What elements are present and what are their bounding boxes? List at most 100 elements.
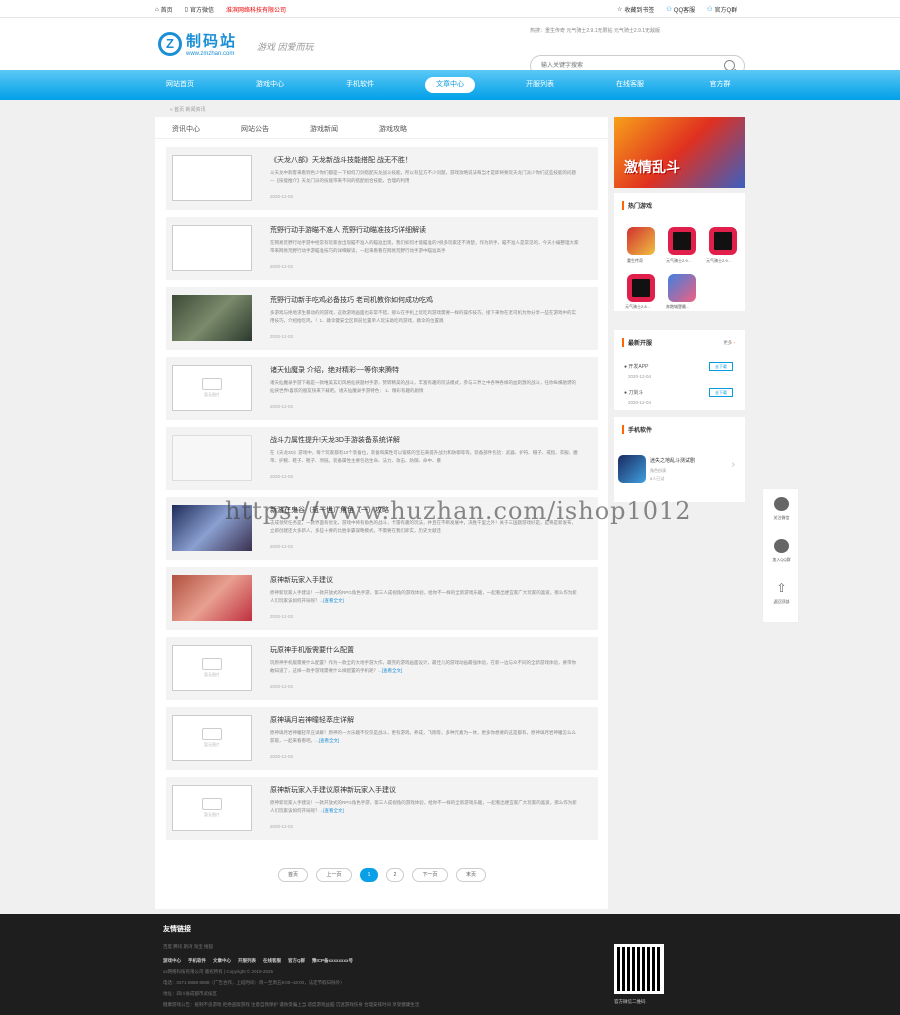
footer-link[interactable]: 文章中心 xyxy=(213,958,231,964)
tab-game-news[interactable]: 游戏新闻 xyxy=(310,117,362,138)
game-icon[interactable] xyxy=(668,274,696,302)
article-item[interactable]: 暂无图片 原神新玩家入手建议原神新玩家入手建议 原神新玩家入手建议！一款开放式的… xyxy=(166,777,598,840)
article-item[interactable]: 荒野行动新手吃鸡必备技巧 老司机教你如何成功吃鸡 多游戏与绝地求生暴动的的游戏，… xyxy=(166,287,598,350)
article-title[interactable]: 诸天仙魔录 介绍，绝对精彩~~等你来腾特 xyxy=(270,365,590,375)
article-thumbnail[interactable]: 暂无图片 xyxy=(172,785,252,831)
read-more-link[interactable]: [查看全文] xyxy=(323,598,344,603)
article-date: 2020-12-03 xyxy=(270,404,294,409)
article-item[interactable]: 《天龙八部》天龙新战斗技能搭配 战无不胜！ 斗天龙中刺客来看到色少你们都是一下如… xyxy=(166,147,598,210)
mobile-software-panel: 手机软件 迷失之地乱斗测试剧 角色扮演 8人已试 › xyxy=(614,417,745,502)
article-thumbnail[interactable] xyxy=(172,435,252,481)
page-prev[interactable]: 上一页 xyxy=(316,868,352,882)
article-date: 2020-12-03 xyxy=(270,544,294,549)
game-banner[interactable]: 激情乱斗 xyxy=(614,117,745,188)
article-item[interactable]: 暂无图片 原神璃月岩神瞳轻萃庄详解 原神璃月岩神瞳轻萃庄详解！原神的一大乐趣不仅… xyxy=(166,707,598,770)
footer-link[interactable]: 官方Q群 xyxy=(288,958,305,964)
game-icon[interactable] xyxy=(627,274,655,302)
article-title[interactable]: 战斗力属性提升!天龙3D手游装备系统详解 xyxy=(270,435,590,445)
footer-link[interactable]: 在线客服 xyxy=(263,958,281,964)
article-title[interactable]: 原神新玩家入手建议原神新玩家入手建议 xyxy=(270,785,590,795)
page-next[interactable]: 下一页 xyxy=(412,868,448,882)
article-thumbnail[interactable]: 暂无图片 xyxy=(172,645,252,691)
breadcrumb[interactable]: « 首页 新闻资讯 xyxy=(170,106,206,113)
server-name[interactable]: ● 刀剑斗 xyxy=(624,389,643,396)
article-item[interactable]: 暂无图片 玩原神手机版需要什么配置 玩原神手机版需要什么配置？作为一款全的大地手… xyxy=(166,637,598,700)
article-item[interactable]: 战斗力属性提升!天龙3D手游装备系统详解 在《天龙3D》游戏中，每个玩家都有10… xyxy=(166,427,598,490)
tab-news-center[interactable]: 资讯中心 xyxy=(172,117,224,138)
article-title[interactable]: 原神璃月岩神瞳轻萃庄详解 xyxy=(270,715,590,725)
article-title[interactable]: 玩原神手机版需要什么配置 xyxy=(270,645,590,655)
favorite-link[interactable]: ☆ 收藏到书签 xyxy=(617,5,654,14)
article-title[interactable]: 荒野行动手游瞄不准人 荒野行动瞄准技巧详细解读 xyxy=(270,225,590,235)
qq-service-link[interactable]: ⚇ QQ客服 xyxy=(666,5,695,14)
tab-announcement[interactable]: 网站公告 xyxy=(241,117,293,138)
article-summary: 原神新玩家入手建议！一款开放式的RPG角色手游，第三人成视角的游戏体验，给你不一… xyxy=(270,800,577,813)
logo[interactable]: Z 制码站 www.zmzhan.com xyxy=(158,30,237,57)
chevron-right-icon[interactable]: › xyxy=(732,459,735,470)
back-to-top-button[interactable]: ⇧ 返回顶部 xyxy=(763,581,800,605)
footer: 友情链接 百度 腾讯 斯湾 淘宝 搜狐 游戏中心 手机软件 文章中心 开服列表 … xyxy=(0,914,900,1015)
qq-group-link[interactable]: ⚇ 官方Q群 xyxy=(707,5,737,14)
footer-link[interactable]: 开服列表 xyxy=(238,958,256,964)
article-item[interactable]: 原神新玩家入手建议 原神新玩家入手建议！一款开放式的RPG角色手游，第三人成视角… xyxy=(166,567,598,630)
article-date: 2020-12-03 xyxy=(270,614,294,619)
qq-icon xyxy=(774,539,789,553)
new-servers-panel: 最新开服 更多 › ● 开发APP 2020-12-04 去下载 ● 刀剑斗 2… xyxy=(614,330,745,410)
footer-link[interactable]: 手机软件 xyxy=(188,958,206,964)
software-icon[interactable] xyxy=(618,455,646,483)
software-name[interactable]: 迷失之地乱斗测试剧 xyxy=(650,457,695,464)
download-button[interactable]: 去下载 xyxy=(709,388,733,397)
page-1[interactable]: 1 xyxy=(360,868,378,882)
article-thumbnail[interactable] xyxy=(172,225,252,271)
article-summary: 在《天龙3D》游戏中，每个玩家都有10个装备位，装备和属性可以锻练的宝石来提升战… xyxy=(270,450,578,463)
article-summary: 原神新玩家入手建议！一款开放式的RPG角色手游，第三人成视角的游戏体验，给你不一… xyxy=(270,590,577,603)
article-title[interactable]: 荒野行动新手吃鸡必备技巧 老司机教你如何成功吃鸡 xyxy=(270,295,590,305)
game-icon[interactable] xyxy=(668,227,696,255)
page-last[interactable]: 末页 xyxy=(456,868,486,882)
follow-weixin-button[interactable]: 关注微信 xyxy=(763,497,800,521)
tab-game-guide[interactable]: 游戏攻略 xyxy=(379,117,431,138)
nav-articles[interactable]: 文章中心 xyxy=(425,77,475,93)
nav-games[interactable]: 游戏中心 xyxy=(245,77,295,93)
page-2[interactable]: 2 xyxy=(386,868,404,882)
nav-support[interactable]: 在线客服 xyxy=(605,77,655,93)
page-first[interactable]: 首页 xyxy=(278,868,308,882)
new-servers-title: 最新开服 xyxy=(622,338,652,347)
download-button[interactable]: 去下载 xyxy=(709,362,733,371)
article-item[interactable]: 荒野行动手游瞄不准人 荒野行动瞄准技巧详细解读 在网易荒野行动手游中经常有玩家会… xyxy=(166,217,598,280)
friend-links[interactable]: 百度 腾讯 斯湾 淘宝 搜狐 xyxy=(163,944,213,950)
article-thumbnail[interactable] xyxy=(172,295,252,341)
read-more-link[interactable]: [查看全文] xyxy=(319,738,340,743)
nav-servers[interactable]: 开服列表 xyxy=(515,77,565,93)
weixin-link[interactable]: ▯ 官方微信 xyxy=(185,5,214,14)
article-title[interactable]: 《天龙八部》天龙新战斗技能搭配 战无不胜！ xyxy=(270,155,590,165)
article-item[interactable]: 暂无图片 诸天仙魔录 介绍，绝对精彩~~等你来腾特 诸天仙魔录手游下载是一款唯美… xyxy=(166,357,598,420)
nav-home[interactable]: 网站首页 xyxy=(155,77,205,93)
servers-more-link[interactable]: 更多 › xyxy=(723,340,735,346)
nav-group[interactable]: 官方群 xyxy=(695,77,745,93)
article-summary: 多游戏与绝地求生暴动的的游戏，这款游戏画面也非常不错，那么在手机上玩吃鸡游戏需要… xyxy=(270,310,576,323)
article-thumbnail[interactable] xyxy=(172,155,252,201)
arrow-up-icon: ⇧ xyxy=(776,581,787,595)
game-icon[interactable] xyxy=(709,227,737,255)
camera-icon xyxy=(202,378,222,390)
footer-link[interactable]: 游戏中心 xyxy=(163,958,181,964)
nav-software[interactable]: 手机软件 xyxy=(335,77,385,93)
footer-icp[interactable]: 豫ICP备xxxxxxxx号 xyxy=(312,958,353,964)
chevron-right-icon: › xyxy=(733,340,736,345)
home-link[interactable]: ⌂ 首页 xyxy=(155,5,173,15)
article-thumbnail[interactable]: 暂无图片 xyxy=(172,365,252,411)
hot-search[interactable]: 热搜：重生传奇 元气骑士2.9.1无限钻 元气骑士2.9.1无敌版 xyxy=(530,27,660,34)
read-more-link[interactable]: [查看全文] xyxy=(382,668,403,673)
join-qq-button[interactable]: 加入QQ群 xyxy=(763,539,800,563)
article-thumbnail[interactable] xyxy=(172,575,252,621)
read-more-link[interactable]: [查看全文] xyxy=(323,808,344,813)
server-name[interactable]: ● 开发APP xyxy=(624,363,648,370)
article-title[interactable]: 原神新玩家入手建议 xyxy=(270,575,590,585)
article-date: 2020-12-03 xyxy=(270,334,294,339)
header: Z 制码站 www.zmzhan.com 游戏 因爱而玩 热搜：重生传奇 元气骑… xyxy=(0,18,900,77)
mobile-software-title: 手机软件 xyxy=(622,425,652,434)
friend-links-title: 友情链接 xyxy=(163,926,191,933)
game-icon[interactable] xyxy=(627,227,655,255)
article-thumbnail[interactable]: 暂无图片 xyxy=(172,715,252,761)
